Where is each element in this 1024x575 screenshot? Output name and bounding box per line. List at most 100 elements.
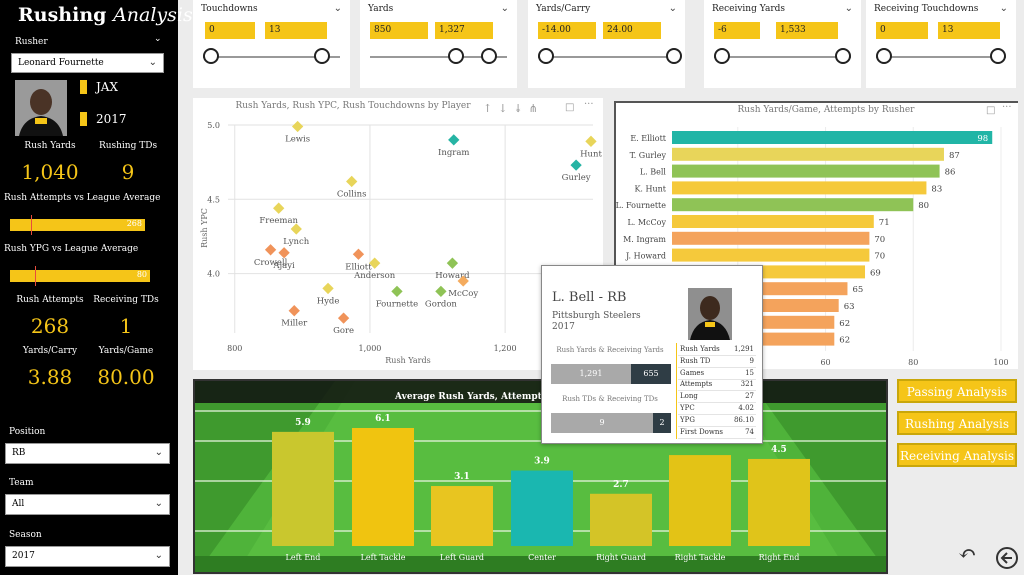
chevron-down-icon[interactable]: ⌄	[154, 34, 162, 44]
chevron-down-icon[interactable]: ⌄	[334, 3, 342, 14]
position-dropdown[interactable]: RB ⌄	[5, 443, 170, 464]
field-bar	[352, 428, 414, 546]
season-dropdown[interactable]: 2017 ⌄	[5, 546, 170, 567]
attempts-vs-league-label: Rush Attempts vs League Average	[4, 193, 161, 203]
field-bar	[272, 431, 334, 546]
rusher-name-label: K. Hunt	[634, 184, 666, 193]
yards-per-carry-value: 3.88	[27, 365, 73, 389]
point-label: Fournette	[376, 299, 418, 309]
slider-min-handle[interactable]	[876, 48, 892, 64]
chevron-down-icon[interactable]: ⌄	[669, 3, 677, 14]
rusher-dropdown[interactable]: Leonard Fournette ⌄	[11, 53, 164, 73]
ypg-vs-league-label: Rush YPG vs League Average	[4, 244, 139, 254]
slider-min-handle[interactable]	[203, 48, 219, 64]
tooltip-player-name: L. Bell - RB	[552, 290, 627, 305]
slider-max-handle[interactable]	[481, 48, 497, 64]
tooltip-stat-key: YPC	[680, 404, 695, 412]
slicer-min-input[interactable]: 0	[205, 22, 255, 39]
field-bar-category: Left Guard	[440, 553, 484, 562]
slicer-max-input[interactable]: 1,533	[776, 22, 838, 39]
chevron-down-icon[interactable]: ⌄	[1000, 3, 1008, 14]
reset-icon[interactable]: ↶	[958, 544, 976, 566]
team-label: Team	[9, 478, 34, 488]
field-bar-value: 2.7	[613, 480, 629, 490]
slider-max-handle[interactable]	[314, 48, 330, 64]
slider-max-handle[interactable]	[835, 48, 851, 64]
receiving-analysis-button[interactable]: Receiving Analysis	[897, 443, 1017, 467]
field-bar-category: Right End	[759, 553, 800, 562]
receiving-yards-slicer: Receiving Yards ⌄ -6 1,533	[704, 0, 861, 88]
slicer-max-input[interactable]: 1,327	[435, 22, 493, 39]
field-bar	[431, 486, 493, 546]
chevron-down-icon: ⌄	[154, 498, 163, 509]
slider-max-handle[interactable]	[666, 48, 682, 64]
x-axis-label: Rush Yards	[385, 356, 430, 365]
ypg-vs-league-bar: 80	[10, 266, 150, 286]
rusher-bar	[672, 147, 944, 161]
passing-analysis-button[interactable]: Passing Analysis	[897, 379, 1017, 403]
tooltip-stat-row: Rush Yards 1,291	[678, 344, 756, 356]
field-bar	[590, 493, 652, 546]
tooltip-stat-row: Long 27	[678, 391, 756, 404]
slider-max-handle[interactable]	[990, 48, 1006, 64]
scatter-point	[322, 282, 334, 295]
slicer-min-input[interactable]: -6	[714, 22, 760, 39]
tooltip-rush-yards-bar: 1,291	[551, 364, 631, 384]
slider-min-handle[interactable]	[448, 48, 464, 64]
slider-track	[714, 56, 851, 58]
point-label: Gordon	[425, 299, 458, 309]
tooltip-receiving-yards-bar: 655	[631, 364, 671, 384]
attempts-vs-league-bar: 268	[10, 215, 145, 235]
scatter-point	[352, 248, 365, 260]
field-bar-category: Right Tackle	[675, 553, 726, 562]
rushing-analysis-button[interactable]: Rushing Analysis	[897, 411, 1017, 435]
x-tick-label: 80	[908, 358, 918, 367]
slicer-title: Touchdowns	[201, 4, 258, 14]
point-label: Lewis	[285, 134, 310, 144]
slicer-title: Receiving Touchdowns	[874, 4, 979, 14]
slider-min-handle[interactable]	[538, 48, 554, 64]
sidebar: Rushing Analysis Rusher ⌄ Leonard Fourne…	[0, 0, 193, 575]
point-label: Collins	[337, 189, 367, 199]
back-arrow-icon[interactable]	[995, 546, 1019, 570]
scatter-point	[448, 134, 460, 146]
rusher-value-label: 63	[844, 302, 855, 312]
tooltip-receiving-td-bar: 2	[653, 413, 671, 433]
slicer-min-input[interactable]: 850	[370, 22, 428, 39]
slicer-min-input[interactable]: 0	[876, 22, 928, 39]
chevron-down-icon: ⌄	[148, 57, 157, 68]
rusher-value-label: 62	[839, 319, 850, 329]
field-bar	[511, 470, 573, 546]
league-average-marker	[35, 266, 36, 286]
slicer-max-input[interactable]: 24.00	[603, 22, 661, 39]
field-bar-value: 3.1	[454, 472, 470, 482]
rusher-bar	[672, 248, 870, 262]
slider-min-handle[interactable]	[714, 48, 730, 64]
tooltip-rush-td-bar: 9	[551, 413, 653, 433]
chevron-down-icon[interactable]: ⌄	[845, 3, 853, 14]
rusher-bar	[672, 164, 940, 178]
slicer-max-input[interactable]: 13	[265, 22, 327, 39]
point-label: Ingram	[438, 148, 469, 158]
tooltip-season: 2017	[552, 322, 575, 332]
attempts-vs-league-value: 268	[126, 219, 142, 228]
scatter-point	[273, 202, 285, 214]
rusher-bar	[672, 198, 914, 212]
point-label: Anderson	[353, 271, 396, 281]
team-dropdown[interactable]: All ⌄	[5, 494, 170, 515]
point-label: Hunt	[580, 149, 602, 159]
rusher-bar	[672, 131, 993, 144]
y-tick-label: 4.0	[207, 270, 220, 279]
y-tick-label: 5.0	[207, 121, 220, 130]
tooltip-stat-value: 9	[749, 356, 754, 365]
y-tick-label: 4.5	[207, 195, 220, 204]
page-title: Rushing Analysis	[18, 4, 193, 26]
league-average-marker	[31, 215, 32, 235]
scatter-point	[337, 312, 350, 324]
yards-slicer: Yards ⌄ 850 1,327	[360, 0, 517, 88]
tooltip-stat-value: 27	[745, 392, 754, 401]
slicer-min-input[interactable]: -14.00	[538, 22, 596, 39]
tooltip-divider	[676, 343, 677, 439]
chevron-down-icon[interactable]: ⌄	[501, 3, 509, 14]
slicer-max-input[interactable]: 13	[938, 22, 1000, 39]
